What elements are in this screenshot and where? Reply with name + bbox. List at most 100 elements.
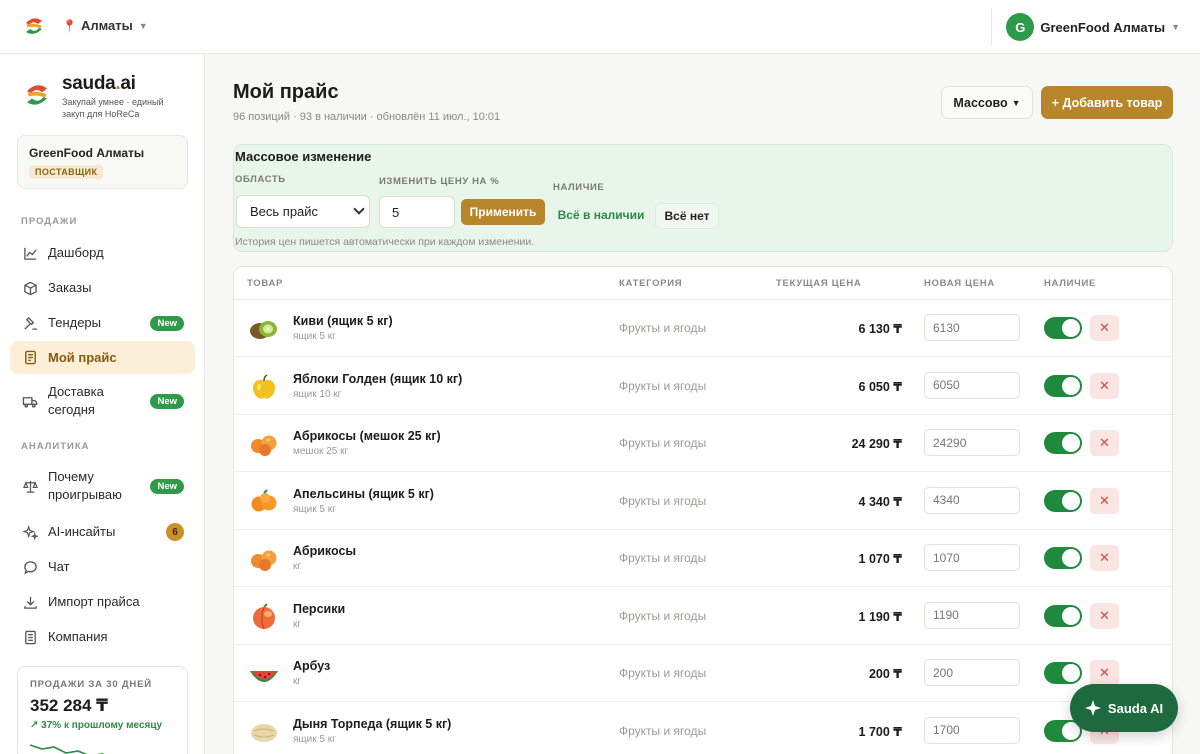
product-category: Фрукты и ягоды bbox=[619, 493, 707, 508]
sales-card-delta: ↗ 37% к прошлому месяцу bbox=[30, 720, 163, 731]
sidebar-item-my-price[interactable]: Мой прайс bbox=[10, 341, 195, 374]
sidebar-item-import-price[interactable]: Импорт прайса bbox=[10, 587, 195, 617]
table-row: Абрикосы (мешок 25 кг) мешок 25 кг Фрукты … bbox=[234, 415, 1172, 472]
sidebar-item-dashboard[interactable]: Дашборд bbox=[10, 238, 195, 268]
product-unit: ящик 5 кг bbox=[293, 503, 336, 515]
sauda-ai-button[interactable]: Sauda AI bbox=[1070, 684, 1178, 732]
add-product-button[interactable]: + Добавить товар bbox=[1041, 86, 1173, 119]
melon-icon bbox=[248, 717, 280, 747]
new-price-input[interactable]: 1190 bbox=[924, 601, 1020, 629]
sidebar-item-label: Дашборд bbox=[48, 245, 104, 260]
column-header-category: КАТЕГОРИЯ bbox=[619, 278, 683, 289]
stock-toggle[interactable] bbox=[1044, 547, 1082, 569]
table-header: ТОВАР КАТЕГОРИЯ ТЕКУЩАЯ ЦЕНА НОВАЯ ЦЕНА … bbox=[234, 267, 1172, 300]
apricot-icon bbox=[248, 429, 280, 459]
delete-icon[interactable]: ✕ bbox=[1090, 487, 1119, 514]
change-percent-input[interactable]: 5 bbox=[379, 196, 455, 228]
new-price-input[interactable]: 1070 bbox=[924, 544, 1020, 571]
new-price-input[interactable]: 24290 bbox=[924, 429, 1020, 456]
product-unit: кг bbox=[293, 561, 302, 572]
logo-icon bbox=[27, 85, 47, 105]
chevron-down-icon bbox=[353, 203, 365, 215]
brand[interactable]: sauda.ai Закупай умнее · единый закуп дл… bbox=[22, 73, 174, 120]
delete-icon[interactable]: ✕ bbox=[1090, 315, 1119, 341]
sidebar: sauda.ai Закупай умнее · единый закуп дл… bbox=[0, 55, 205, 754]
change-percent-label: ИЗМЕНИТЬ ЦЕНУ НА % bbox=[379, 176, 500, 187]
logo-icon[interactable] bbox=[22, 15, 46, 39]
sparkles-icon bbox=[22, 524, 38, 540]
chevron-down-icon: ▼ bbox=[1171, 22, 1180, 32]
stock-toggle[interactable] bbox=[1044, 662, 1082, 684]
sidebar-item-ai-insights[interactable]: AI-инсайты 6 bbox=[10, 517, 195, 547]
new-price-input[interactable]: 6130 bbox=[924, 314, 1020, 341]
delete-icon[interactable]: ✕ bbox=[1090, 545, 1119, 571]
current-price: 6 130 ₸ bbox=[858, 322, 902, 336]
product-category: Фрукты и ягоды bbox=[619, 321, 707, 335]
chat-bubble-icon bbox=[22, 559, 38, 575]
delete-icon[interactable]: ✕ bbox=[1090, 372, 1119, 399]
current-price: 4 340 ₸ bbox=[858, 494, 902, 509]
current-price: 200 ₸ bbox=[868, 667, 902, 681]
scales-icon bbox=[22, 478, 38, 494]
account-menu[interactable]: G GreenFood Алматы ▼ bbox=[991, 8, 1180, 46]
sidebar-item-label: Чат bbox=[48, 559, 70, 574]
bulk-change-panel: Массовое изменение ОБЛАСТЬ Весь прайс ИЗ… bbox=[233, 144, 1173, 252]
product-category: Фрукты и ягоды bbox=[619, 666, 707, 680]
sidebar-item-tenders[interactable]: Тендеры New bbox=[10, 308, 195, 338]
product-name: Персики bbox=[293, 601, 346, 616]
sidebar-item-why-losing[interactable]: Почему проигрываю New bbox=[10, 467, 195, 505]
all-in-stock-button[interactable]: Всё в наличии bbox=[555, 203, 647, 227]
product-category: Фрукты и ягоды bbox=[619, 378, 707, 393]
stock-toggle[interactable] bbox=[1044, 374, 1082, 397]
table-row: Дыня Торпеда (ящик 5 кг) ящик 5 кг Фрукты … bbox=[234, 703, 1172, 754]
stock-toggle[interactable] bbox=[1044, 489, 1082, 512]
sauda-ai-label: Sauda AI bbox=[1107, 700, 1164, 716]
stock-toggle[interactable] bbox=[1044, 317, 1082, 339]
area-select-value: Весь прайс bbox=[250, 204, 319, 219]
current-price: 1 700 ₸ bbox=[858, 724, 902, 739]
sidebar-item-delivery-today[interactable]: Доставка сегодня New bbox=[10, 382, 195, 420]
sidebar-item-orders[interactable]: Заказы bbox=[10, 273, 195, 303]
product-name: Абрикосы (мешок 25 кг) bbox=[293, 429, 441, 443]
sales-card-title: ПРОДАЖИ ЗА 30 ДНЕЙ bbox=[30, 679, 152, 690]
mass-actions-button[interactable]: Массово ▼ bbox=[941, 86, 1033, 119]
delete-icon[interactable]: ✕ bbox=[1090, 602, 1119, 629]
table-row: Яблоки Голден (ящик 10 кг) ящик 10 кг Фрук… bbox=[234, 358, 1172, 415]
product-unit: кг bbox=[293, 676, 302, 687]
organization-name: GreenFood Алматы bbox=[29, 146, 145, 160]
current-price: 1 190 ₸ bbox=[858, 609, 902, 624]
sidebar-item-label: Почему проигрываю bbox=[48, 469, 122, 502]
new-price-input[interactable]: 1700 bbox=[924, 716, 1020, 744]
role-badge: ПОСТАВЩИК bbox=[29, 165, 104, 179]
table-row: Киви (ящик 5 кг) ящик 5 кг Фрукты и ягоды 6… bbox=[234, 300, 1172, 357]
city-selector[interactable]: 📍 Алматы ▼ bbox=[62, 18, 148, 33]
product-category: Фрукты и ягоды bbox=[619, 723, 707, 738]
sales-30d-card[interactable]: ПРОДАЖИ ЗА 30 ДНЕЙ 352 284 ₸ ↗ 37% к про… bbox=[17, 666, 188, 754]
brand-tagline: Закупай умнее · единый закуп для HoReCa bbox=[62, 97, 164, 119]
all-out-of-stock-button[interactable]: Всё нет bbox=[655, 203, 719, 229]
table-row: Персики кг Фрукты и ягоды 1 190 ₸ 1190 ✕ bbox=[234, 588, 1172, 645]
sidebar-item-chat[interactable]: Чат bbox=[10, 552, 195, 582]
chevron-down-icon: ▼ bbox=[138, 20, 148, 31]
sidebar-item-company[interactable]: Компания bbox=[10, 622, 195, 652]
delete-icon[interactable]: ✕ bbox=[1090, 660, 1119, 686]
new-price-input[interactable]: 6050 bbox=[924, 371, 1020, 399]
delete-icon[interactable]: ✕ bbox=[1090, 430, 1119, 456]
product-unit: ящик 5 кг bbox=[293, 331, 336, 342]
stock-toggle[interactable] bbox=[1044, 604, 1082, 627]
product-name: Апельсины (ящик 5 кг) bbox=[293, 486, 434, 501]
new-badge: New bbox=[150, 478, 184, 494]
sidebar-item-label: AI-инсайты bbox=[48, 524, 116, 539]
apply-button[interactable]: Применить bbox=[461, 199, 545, 225]
stock-toggle[interactable] bbox=[1044, 432, 1082, 454]
mass-actions-label: Массово bbox=[953, 95, 1008, 110]
area-select[interactable]: Весь прайс bbox=[236, 195, 370, 228]
new-price-input[interactable]: 200 bbox=[924, 659, 1020, 686]
product-unit: кг bbox=[293, 618, 302, 630]
city-label: Алматы bbox=[80, 18, 133, 33]
product-unit: ящик 10 кг bbox=[293, 388, 342, 400]
document-icon bbox=[22, 350, 38, 366]
top-bar: 📍 Алматы ▼ G GreenFood Алматы ▼ bbox=[0, 0, 1200, 54]
account-name: GreenFood Алматы bbox=[1040, 19, 1166, 35]
new-price-input[interactable]: 4340 bbox=[924, 486, 1020, 514]
